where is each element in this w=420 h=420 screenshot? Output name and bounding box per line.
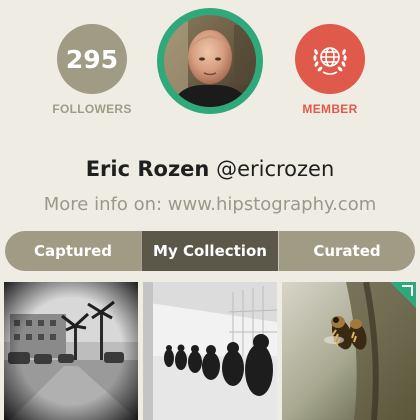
meditation-photo — [143, 282, 277, 420]
street-photo — [4, 282, 138, 420]
profile-handle[interactable]: @ericrozen — [216, 157, 334, 181]
avatar-photo — [164, 15, 256, 107]
followers-count-circle[interactable]: 295 — [57, 24, 127, 94]
followers-count: 295 — [65, 44, 119, 74]
collection-tabs: Captured My Collection Curated — [5, 231, 415, 271]
tab-my-collection[interactable]: My Collection — [141, 231, 278, 271]
photo-thumbnail-street[interactable] — [4, 282, 138, 420]
bees-photo — [282, 282, 416, 420]
tab-captured[interactable]: Captured — [5, 231, 141, 271]
photo-thumbnail-meditation[interactable] — [143, 282, 277, 420]
more-info-link[interactable]: More info on: www.hipstography.com — [0, 194, 420, 215]
followers-label: FOLLOWERS — [52, 102, 132, 116]
member-badge-circle[interactable] — [295, 24, 365, 94]
member-label: MEMBER — [302, 102, 358, 116]
followers-stat[interactable]: 295 FOLLOWERS — [42, 24, 142, 116]
profile-name-line: Eric Rozen @ericrozen — [0, 157, 420, 181]
avatar-ring[interactable] — [157, 8, 263, 114]
member-stat[interactable]: MEMBER — [280, 24, 380, 116]
globe-laurel-icon — [313, 47, 347, 75]
tab-curated[interactable]: Curated — [278, 231, 415, 271]
profile-name: Eric Rozen — [85, 157, 210, 181]
photo-thumbnail-bees[interactable] — [282, 282, 416, 420]
avatar[interactable] — [164, 15, 256, 107]
